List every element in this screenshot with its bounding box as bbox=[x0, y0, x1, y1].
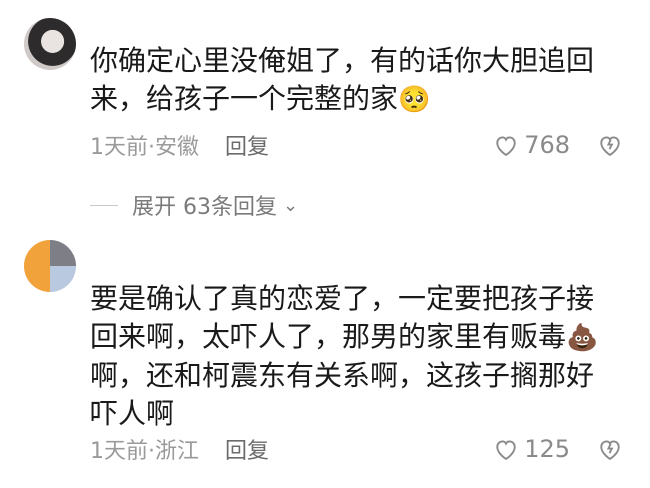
heart-outline-icon bbox=[496, 440, 516, 461]
reply-button[interactable]: 回复 bbox=[225, 129, 269, 161]
dislike-button[interactable] bbox=[596, 434, 624, 464]
dislike-heart-icon bbox=[600, 440, 620, 461]
dislike-heart-icon bbox=[600, 136, 620, 157]
heart-outline-icon bbox=[496, 136, 516, 157]
chevron-down-icon: ⌄ bbox=[283, 194, 299, 216]
comment-meta: 1天前·安徽 回复 bbox=[90, 130, 269, 160]
comment-text: 要是确认了真的恋爱了，一定要把孩子接回来啊，太吓人了，那男的家里有贩毒💩啊，还和… bbox=[90, 282, 599, 430]
comment-time-location: 1天前·浙江 bbox=[90, 439, 199, 464]
pleading-face-emoji: 🥺 bbox=[398, 85, 431, 115]
comment-text: 你确定心里没俺姐了，有的话你大胆追回来，给孩子一个完整的家🥺 bbox=[90, 44, 595, 115]
expand-replies[interactable]: 展开 63条回复 ⌄ bbox=[90, 190, 298, 220]
like-count: 125 bbox=[524, 435, 570, 463]
poop-emoji: 💩 bbox=[566, 323, 599, 353]
expand-replies-label: 展开 63条回复 bbox=[132, 195, 277, 220]
like-count: 768 bbox=[524, 131, 570, 159]
avatar[interactable] bbox=[24, 18, 76, 70]
avatar[interactable] bbox=[24, 240, 76, 292]
divider bbox=[90, 204, 118, 206]
reply-button[interactable]: 回复 bbox=[225, 433, 269, 465]
dislike-button[interactable] bbox=[596, 130, 624, 160]
like-button[interactable]: 768 bbox=[492, 130, 570, 160]
like-button[interactable]: 125 bbox=[492, 434, 570, 464]
comment-meta: 1天前·浙江 回复 bbox=[90, 434, 269, 464]
comment-time-location: 1天前·安徽 bbox=[90, 135, 199, 160]
